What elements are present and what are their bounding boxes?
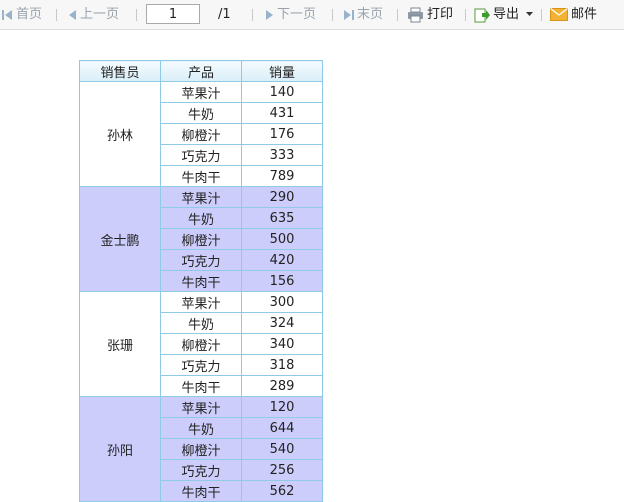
sales-cell: 562: [241, 480, 323, 502]
last-page-label: 末页: [357, 7, 384, 22]
first-page-icon: [2, 9, 12, 20]
caret-down-icon[interactable]: [526, 12, 534, 17]
table-header-row: 销售员 产品 销量: [79, 60, 323, 82]
product-cell: 牛肉干: [160, 270, 242, 292]
last-page-icon: [344, 9, 354, 20]
toolbar-divider: [136, 9, 137, 21]
product-cell: 柳橙汁: [160, 123, 242, 145]
sales-cell: 431: [241, 102, 323, 124]
sales-cell: 289: [241, 375, 323, 397]
table-row: 孙林 苹果汁 140: [79, 81, 323, 187]
sales-cell: 318: [241, 354, 323, 376]
prev-page-label: 上一页: [80, 7, 120, 22]
export-button[interactable]: 导出: [474, 0, 534, 30]
print-button[interactable]: 打印: [407, 0, 453, 30]
print-label: 打印: [427, 7, 454, 22]
salesperson-cell: 孙林: [79, 81, 161, 187]
mail-label: 邮件: [571, 7, 598, 22]
product-cell: 苹果汁: [160, 186, 242, 208]
sales-cell: 333: [241, 144, 323, 166]
last-page-button[interactable]: 末页: [343, 0, 383, 30]
table-row: 金士鹏 苹果汁 290: [79, 186, 323, 292]
product-cell: 牛奶: [160, 207, 242, 229]
export-icon: [474, 8, 490, 22]
product-cell: 牛肉干: [160, 480, 242, 502]
product-cell: 柳橙汁: [160, 438, 242, 460]
sales-cell: 120: [241, 396, 323, 418]
toolbar-divider: [541, 9, 542, 21]
salesperson-cell: 金士鹏: [79, 186, 161, 292]
salesperson-cell: 孙阳: [79, 396, 161, 502]
toolbar-divider: [56, 9, 57, 21]
header-salesperson: 销售员: [79, 60, 161, 82]
sales-cell: 324: [241, 312, 323, 334]
sales-cell: 420: [241, 249, 323, 271]
page-total: /1: [218, 7, 231, 22]
report-toolbar: 首页 上一页 /1 下一页 末页 打印 导出 邮件: [0, 0, 624, 30]
toolbar-divider: [252, 9, 253, 21]
product-cell: 巧克力: [160, 144, 242, 166]
mail-icon: [550, 8, 568, 21]
sales-cell: 644: [241, 417, 323, 439]
toolbar-divider: [397, 9, 398, 21]
sales-cell: 500: [241, 228, 323, 250]
product-cell: 牛奶: [160, 102, 242, 124]
toolbar-divider: [465, 9, 466, 21]
sales-cell: 256: [241, 459, 323, 481]
sales-cell: 176: [241, 123, 323, 145]
printer-icon: [408, 7, 423, 22]
table-row: 孙阳 苹果汁 120: [79, 396, 323, 502]
sales-report-table: 销售员 产品 销量 孙林 苹果汁 140 牛奶 431 柳橙汁 176 巧克力 …: [79, 60, 323, 502]
mail-button[interactable]: 邮件: [550, 0, 597, 30]
product-cell: 巧克力: [160, 459, 242, 481]
header-sales: 销量: [241, 60, 323, 82]
sales-cell: 290: [241, 186, 323, 208]
sales-cell: 300: [241, 291, 323, 313]
sales-cell: 789: [241, 165, 323, 187]
product-cell: 牛奶: [160, 312, 242, 334]
product-cell: 苹果汁: [160, 81, 242, 103]
product-cell: 苹果汁: [160, 291, 242, 313]
export-label: 导出: [493, 7, 520, 22]
first-page-label: 首页: [16, 7, 43, 22]
next-page-button[interactable]: 下一页: [265, 0, 316, 30]
sales-cell: 140: [241, 81, 323, 103]
next-page-label: 下一页: [277, 7, 317, 22]
salesperson-cell: 张珊: [79, 291, 161, 397]
product-cell: 牛奶: [160, 417, 242, 439]
product-cell: 巧克力: [160, 249, 242, 271]
product-cell: 苹果汁: [160, 396, 242, 418]
product-cell: 柳橙汁: [160, 333, 242, 355]
next-page-icon: [266, 9, 273, 20]
product-cell: 牛肉干: [160, 165, 242, 187]
prev-page-icon: [69, 9, 76, 20]
sales-cell: 340: [241, 333, 323, 355]
prev-page-button[interactable]: 上一页: [68, 0, 119, 30]
sales-cell: 540: [241, 438, 323, 460]
page-number-input[interactable]: [146, 4, 200, 24]
first-page-button[interactable]: 首页: [2, 0, 42, 30]
product-cell: 巧克力: [160, 354, 242, 376]
sales-cell: 156: [241, 270, 323, 292]
header-product: 产品: [160, 60, 242, 82]
sales-cell: 635: [241, 207, 323, 229]
product-cell: 柳橙汁: [160, 228, 242, 250]
product-cell: 牛肉干: [160, 375, 242, 397]
toolbar-divider: [332, 9, 333, 21]
table-row: 张珊 苹果汁 300: [79, 291, 323, 397]
